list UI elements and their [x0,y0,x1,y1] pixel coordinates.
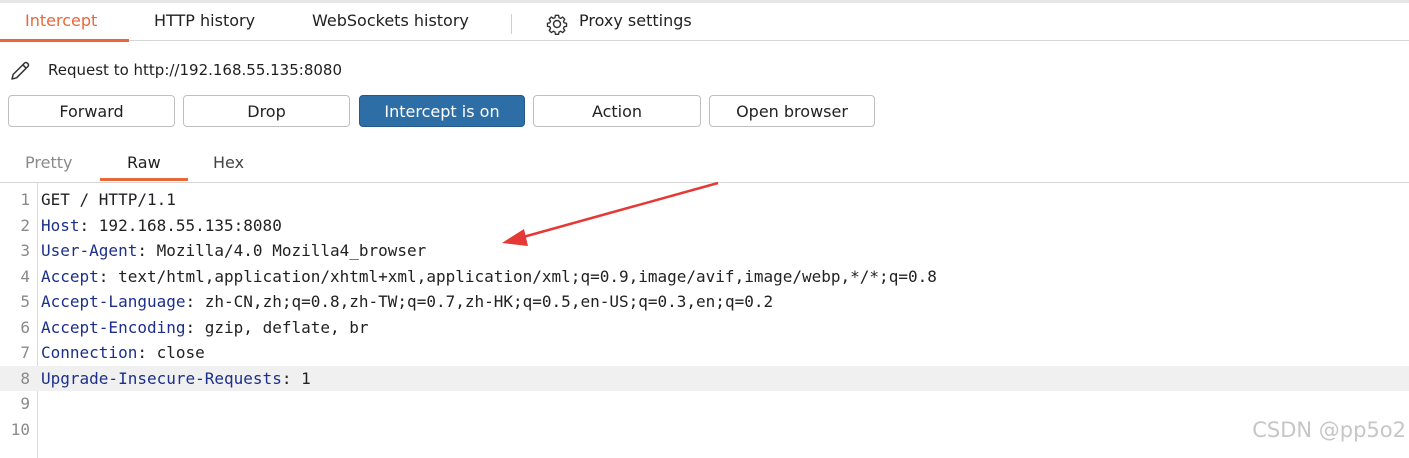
editor-line: 5 Accept-Language: zh-CN,zh;q=0.8,zh-TW;q… [0,289,1409,314]
header-value: zh-CN,zh;q=0.8,zh-TW;q=0.7,zh-HK;q=0.5,e… [204,292,774,311]
tab-proxy-settings[interactable]: Proxy settings [579,10,692,40]
header-value: Mozilla/4.0 Mozilla4_browser [156,241,427,260]
editor-line: 2 Host: 192.168.55.135:8080 [0,213,1409,238]
header-name: Accept [41,266,99,286]
tab-hex[interactable]: Hex [213,152,244,174]
header-value: 1 [301,368,311,388]
header-separator: : [185,317,205,337]
header-value: gzip, deflate, br [204,317,369,337]
line-number: 2 [20,215,30,235]
request-editor[interactable]: 1 GET / HTTP/1.1 2 Host: 192.168.55.135:808… [0,183,1409,458]
header-name: User-Agent [41,241,138,260]
tab-websockets-history[interactable]: WebSockets history [312,10,469,40]
header-separator: : [137,241,157,260]
active-view-indicator [100,178,188,181]
header-value: GET / HTTP/1.1 [41,190,176,209]
open-browser-button[interactable]: Open browser [709,95,875,127]
line-number: 6 [20,317,30,337]
tab-intercept[interactable]: Intercept [25,10,97,40]
action-button[interactable]: Action [533,95,701,127]
line-number: 5 [20,292,30,311]
tab-pretty[interactable]: Pretty [25,152,72,174]
header-name: Upgrade-Insecure-Requests [41,368,282,388]
tab-raw[interactable]: Raw [127,152,161,174]
line-number: 8 [20,368,30,388]
line-content: Host: 192.168.55.135:8080 [41,213,282,238]
line-content: GET / HTTP/1.1 [41,187,176,212]
tab-divider [511,14,512,34]
message-view-tabs: Pretty Raw Hex [0,145,1409,183]
editor-line: 4 Accept: text/html,application/xhtml+xml… [0,264,1409,289]
line-content: User-Agent: Mozilla/4.0 Mozilla4_browser [41,238,426,263]
gear-icon[interactable] [546,13,568,35]
editor-line: 6 Accept-Encoding: gzip, deflate, br [0,315,1409,340]
tab-http-history[interactable]: HTTP history [154,10,255,40]
line-number: 9 [20,394,30,413]
drop-button[interactable]: Drop [183,95,350,127]
editor-line: 1 GET / HTTP/1.1 [0,187,1409,212]
editor-line: 8 Upgrade-Insecure-Requests: 1 [0,365,1409,391]
line-content: Accept: text/html,application/xhtml+xml,… [41,264,937,289]
forward-button[interactable]: Forward [8,95,175,127]
pencil-icon [11,61,30,80]
line-number: 3 [20,241,30,260]
header-separator: : [98,266,119,286]
line-number: 4 [20,266,30,286]
line-number: 10 [10,419,30,439]
line-content: Connection: close [41,340,205,365]
intercept-toggle-button[interactable]: Intercept is on [359,95,525,127]
header-value: text/html,application/xhtml+xml,applicat… [118,266,937,286]
header-separator: : [185,292,205,311]
line-content: Accept-Language: zh-CN,zh;q=0.8,zh-TW;q=… [41,289,773,314]
editor-line: 7 Connection: close [0,340,1409,365]
editor-line: 3 User-Agent: Mozilla/4.0 Mozilla4_browse… [0,238,1409,263]
header-value: 192.168.55.135:8080 [98,215,282,235]
header-separator: : [281,368,302,388]
request-url-label: Request to http://192.168.55.135:8080 [48,61,342,79]
header-name: Host [41,215,80,235]
editor-line: 10 [0,417,1409,442]
active-tab-indicator [0,39,129,42]
proxy-tab-bar: Intercept HTTP history WebSockets histor… [0,0,1409,42]
editor-line: 9 [0,391,1409,416]
header-name: Accept-Language [41,292,186,311]
line-number: 1 [20,190,30,209]
header-name: Connection [41,343,138,362]
header-value: close [156,343,205,362]
header-separator: : [137,343,157,362]
header-separator: : [79,215,99,235]
line-content: Accept-Encoding: gzip, deflate, br [41,315,369,340]
line-content: Upgrade-Insecure-Requests: 1 [41,366,311,391]
line-number: 7 [20,343,30,362]
watermark: CSDN @pp5o2 [1252,418,1406,442]
header-name: Accept-Encoding [41,317,186,337]
